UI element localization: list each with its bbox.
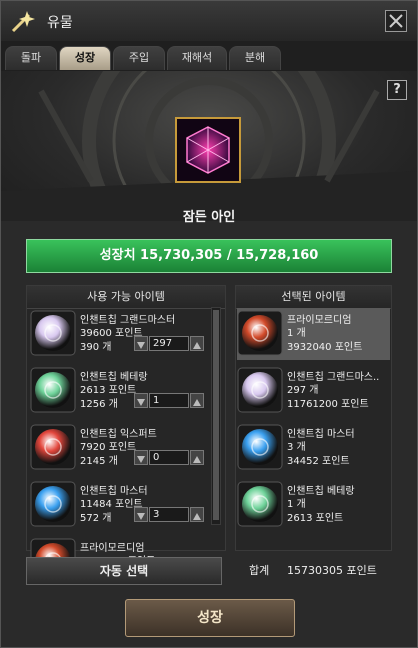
cube-relic-icon (177, 119, 239, 181)
relic-window: 유물 돌파 성장 주입 재해석 분해 ? 잠든 아인 성장치 15,730,30… (0, 0, 418, 648)
triangle-down-icon (137, 513, 145, 520)
available-item[interactable]: 인챈트칩 마스터 11484 포인트 572 개3 (30, 479, 208, 531)
item-count: 390 개 (80, 342, 112, 353)
titlebar: 유물 (1, 1, 417, 42)
enchant-orb-icon (237, 310, 283, 356)
available-item[interactable]: 인챈트칩 익스퍼트 7920 포인트 2145 개0 (30, 422, 208, 474)
increase-button[interactable] (190, 507, 204, 522)
item-count: 572 개 (80, 513, 112, 524)
item-points: 2613 포인트 (287, 513, 344, 524)
enchant-orb-icon (30, 310, 76, 356)
decrease-button[interactable] (134, 450, 148, 465)
auto-select-button[interactable]: 자동 선택 (26, 557, 222, 585)
enchant-orb-icon (237, 481, 283, 527)
item-count: 1 개 (287, 328, 306, 339)
triangle-down-icon (137, 456, 145, 463)
quantity-input[interactable]: 0 (149, 450, 189, 465)
enchant-orb-icon (237, 424, 283, 470)
enchant-orb-icon (30, 424, 76, 470)
tab-reinterpret[interactable]: 재해석 (167, 46, 227, 70)
item-count: 297 개 (287, 385, 319, 396)
quantity-input[interactable]: 1 (149, 393, 189, 408)
relic-icon-frame (175, 117, 241, 183)
window-title: 유물 (47, 15, 73, 31)
item-points: 7920 포인트 (80, 442, 137, 453)
increase-button[interactable] (190, 336, 204, 351)
close-icon (389, 14, 403, 28)
triangle-up-icon (193, 399, 201, 406)
decrease-button[interactable] (134, 393, 148, 408)
relic-name: 잠든 아인 (182, 210, 236, 225)
available-item[interactable]: 인챈트칩 그랜드마스터 39600 포인트 390 개 297 (30, 308, 208, 360)
selected-item[interactable]: 인챈트칩 그랜드마스.. 297 개 11761200 포인트 (237, 365, 390, 417)
item-points: 34452 포인트 (287, 456, 350, 467)
enchant-orb-icon (30, 481, 76, 527)
growth-progress-bar: 성장치 15,730,305 / 15,728,160 (26, 239, 392, 273)
tab-breakthrough[interactable]: 돌파 (5, 46, 57, 70)
selected-items-title: 선택된 아이템 (236, 286, 391, 309)
item-points: 11761200 포인트 (287, 399, 369, 410)
item-count: 1256 개 (80, 399, 118, 410)
triangle-down-icon (137, 399, 145, 406)
close-button[interactable] (385, 10, 407, 32)
total-summary: 합계 15730305 포인트 (235, 557, 392, 585)
total-label: 합계 (249, 564, 270, 577)
tab-growth[interactable]: 성장 (59, 46, 111, 70)
triangle-down-icon (137, 342, 145, 349)
sparkle-sword-icon (9, 7, 37, 35)
item-points: 2613 포인트 (80, 385, 137, 396)
tab-inject[interactable]: 주입 (113, 46, 165, 70)
item-count: 1 개 (287, 499, 306, 510)
selected-item[interactable]: 인챈트칩 베테랑 1 개 2613 포인트 (237, 479, 390, 531)
quantity-input[interactable]: 3 (149, 507, 189, 522)
decrease-button[interactable] (134, 507, 148, 522)
scroll-thumb[interactable] (213, 310, 219, 520)
item-count: 2145 개 (80, 456, 118, 467)
enchant-orb-icon (237, 367, 283, 413)
triangle-up-icon (193, 513, 201, 520)
item-count: 3 개 (287, 442, 306, 453)
item-points: 3932040 포인트 (287, 342, 363, 353)
help-button[interactable]: ? (387, 80, 407, 100)
tab-dismantle[interactable]: 분해 (229, 46, 281, 70)
triangle-up-icon (193, 342, 201, 349)
increase-button[interactable] (190, 393, 204, 408)
triangle-up-icon (193, 456, 201, 463)
quantity-input[interactable]: 297 (149, 336, 189, 351)
total-value: 15730305 포인트 (287, 564, 377, 577)
selected-item[interactable]: 프라이모르디엄 1 개 3932040 포인트 (237, 308, 390, 360)
decrease-button[interactable] (134, 336, 148, 351)
increase-button[interactable] (190, 450, 204, 465)
available-scrollbar[interactable] (211, 307, 221, 525)
available-items-title: 사용 가능 아이템 (27, 286, 225, 309)
grow-button[interactable]: 성장 (125, 599, 295, 637)
available-item[interactable]: 인챈트칩 베테랑 2613 포인트 1256 개1 (30, 365, 208, 417)
selected-item[interactable]: 인챈트칩 마스터 3 개 34452 포인트 (237, 422, 390, 474)
tab-bar: 돌파 성장 주입 재해석 분해 (1, 41, 417, 71)
enchant-orb-icon (30, 367, 76, 413)
